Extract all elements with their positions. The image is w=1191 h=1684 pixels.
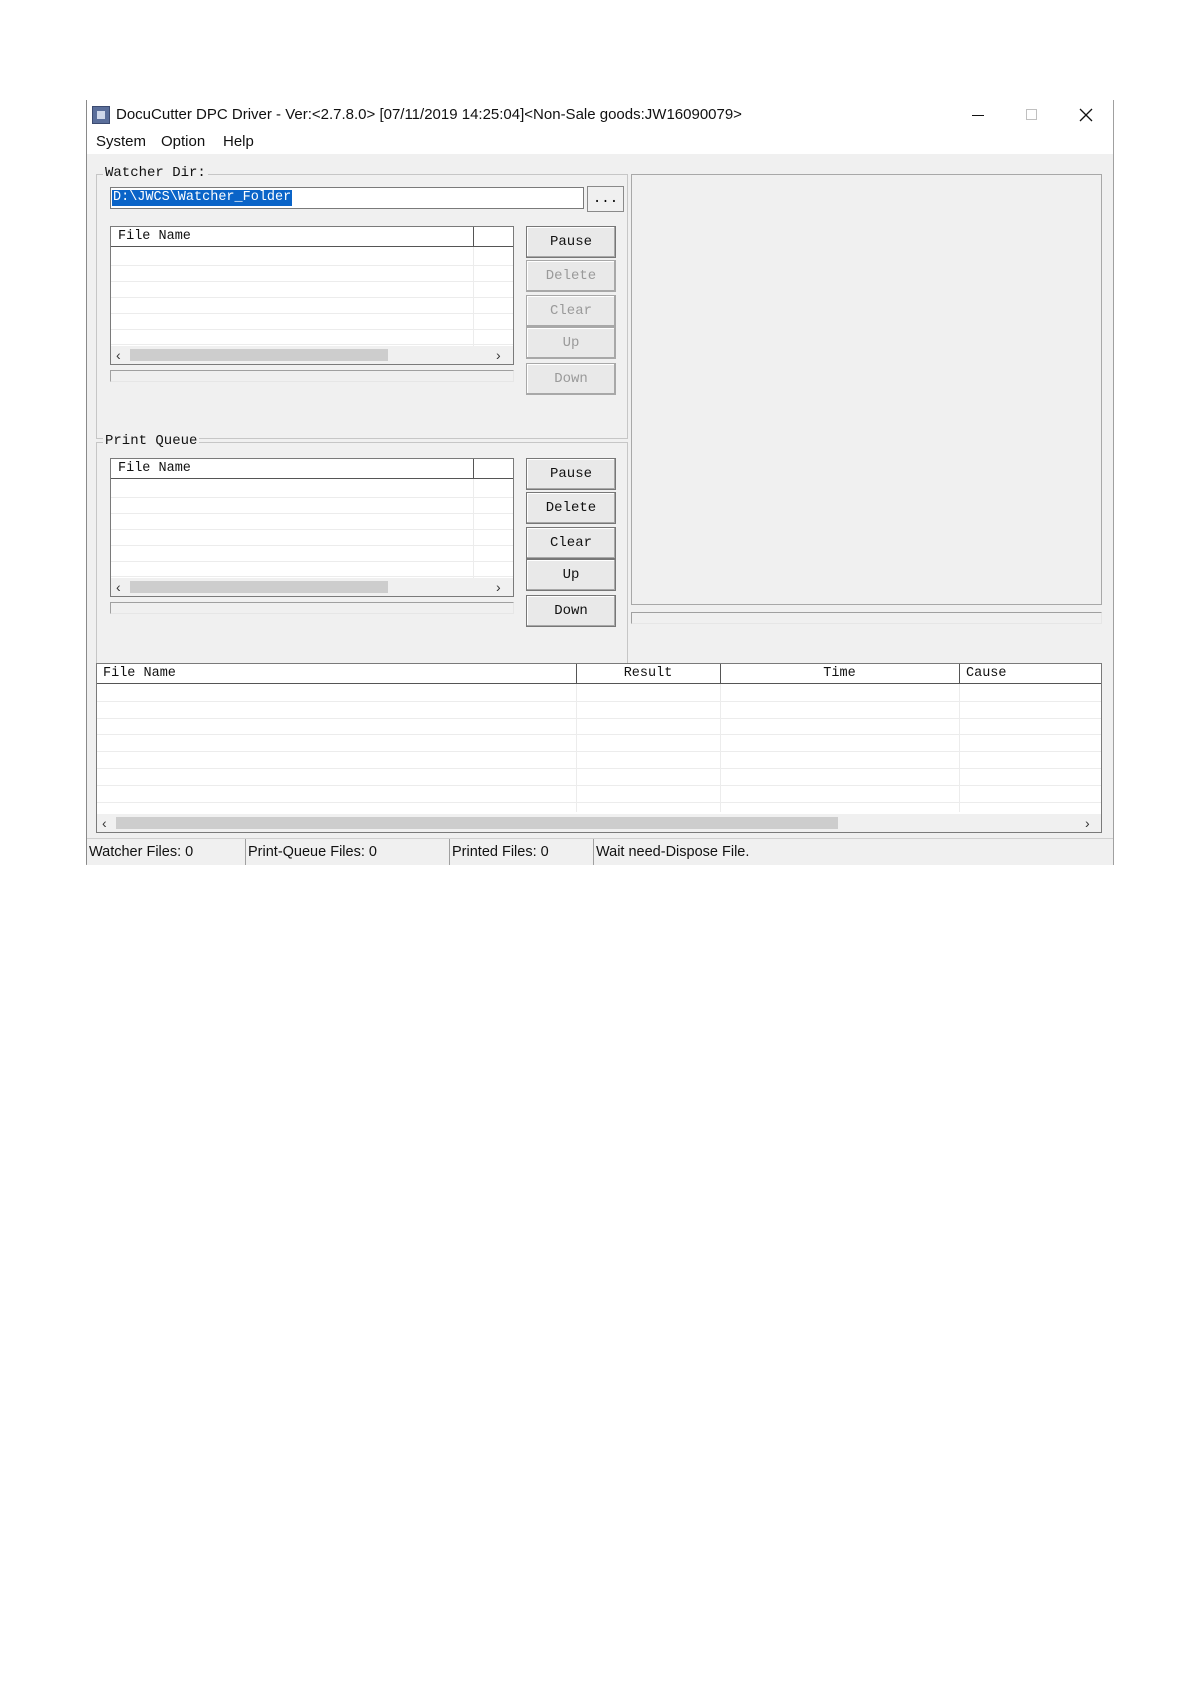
results-list[interactable]: File Name Result Time Cause ‹ › bbox=[96, 663, 1102, 833]
chevron-right-icon[interactable]: › bbox=[1085, 814, 1090, 832]
column-file-name[interactable]: File Name bbox=[118, 459, 191, 478]
watcher-horizontal-scrollbar[interactable]: ‹ › bbox=[111, 346, 513, 364]
menu-help[interactable]: Help bbox=[223, 133, 254, 150]
browse-button[interactable]: ... bbox=[587, 186, 624, 212]
status-print-queue-files: Print-Queue Files: 0 bbox=[245, 839, 449, 865]
print-queue-progress-bar bbox=[110, 602, 514, 614]
column-cause[interactable]: Cause bbox=[966, 664, 1007, 683]
menu-option[interactable]: Option bbox=[161, 133, 205, 150]
column-time[interactable]: Time bbox=[720, 664, 959, 683]
chevron-right-icon[interactable]: › bbox=[496, 346, 501, 364]
queue-up-button[interactable]: Up bbox=[526, 559, 616, 591]
column-file-name[interactable]: File Name bbox=[118, 227, 191, 246]
print-queue-list-header: File Name bbox=[111, 459, 513, 479]
watcher-down-button[interactable]: Down bbox=[526, 363, 616, 395]
queue-pause-button[interactable]: Pause bbox=[526, 458, 616, 490]
queue-down-button[interactable]: Down bbox=[526, 595, 616, 627]
status-message: Wait need-Dispose File. bbox=[593, 839, 1113, 865]
watcher-path-input[interactable]: D:\JWCS\Watcher_Folder bbox=[110, 187, 584, 209]
maximize-icon[interactable] bbox=[1005, 100, 1059, 130]
scroll-thumb[interactable] bbox=[130, 581, 388, 593]
results-horizontal-scrollbar[interactable]: ‹ › bbox=[97, 814, 1101, 832]
preview-progress-bar bbox=[631, 612, 1102, 624]
scroll-thumb[interactable] bbox=[116, 817, 838, 829]
watcher-file-list[interactable]: File Name ‹ › bbox=[110, 226, 514, 365]
preview-panel bbox=[631, 174, 1102, 605]
watcher-list-header: File Name bbox=[111, 227, 513, 247]
app-icon[interactable] bbox=[92, 106, 110, 124]
chevron-left-icon[interactable]: ‹ bbox=[102, 814, 107, 832]
chevron-left-icon[interactable]: ‹ bbox=[116, 346, 121, 364]
watcher-path-value: D:\JWCS\Watcher_Folder bbox=[112, 190, 293, 206]
watcher-clear-button[interactable]: Clear bbox=[526, 295, 616, 327]
status-watcher-files: Watcher Files: 0 bbox=[89, 844, 194, 860]
results-list-header: File Name Result Time Cause bbox=[97, 664, 1101, 684]
menu-bar: System Option Help bbox=[87, 130, 1113, 154]
scroll-thumb[interactable] bbox=[130, 349, 388, 361]
print-queue-legend: Print Queue bbox=[103, 433, 200, 449]
print-queue-file-list[interactable]: File Name ‹ › bbox=[110, 458, 514, 597]
close-icon[interactable] bbox=[1059, 100, 1113, 130]
window-title: DocuCutter DPC Driver - Ver:<2.7.8.0> [0… bbox=[116, 106, 742, 123]
queue-delete-button[interactable]: Delete bbox=[526, 492, 616, 524]
chevron-left-icon[interactable]: ‹ bbox=[116, 578, 121, 596]
queue-clear-button[interactable]: Clear bbox=[526, 527, 616, 559]
watcher-legend: Watcher Dir: bbox=[103, 165, 208, 181]
column-result[interactable]: Result bbox=[576, 664, 720, 683]
title-bar: DocuCutter DPC Driver - Ver:<2.7.8.0> [0… bbox=[87, 100, 1113, 130]
menu-system[interactable]: System bbox=[96, 133, 146, 150]
watcher-delete-button[interactable]: Delete bbox=[526, 260, 616, 292]
minimize-icon[interactable] bbox=[951, 100, 1005, 130]
column-file-name[interactable]: File Name bbox=[103, 664, 176, 683]
watcher-up-button[interactable]: Up bbox=[526, 327, 616, 359]
chevron-right-icon[interactable]: › bbox=[496, 578, 501, 596]
watcher-pause-button[interactable]: Pause bbox=[526, 226, 616, 258]
watcher-progress-bar bbox=[110, 370, 514, 382]
status-printed-files: Printed Files: 0 bbox=[449, 839, 593, 865]
app-window: DocuCutter DPC Driver - Ver:<2.7.8.0> [0… bbox=[86, 100, 1114, 865]
status-bar: Watcher Files: 0 Print-Queue Files: 0 Pr… bbox=[87, 838, 1113, 865]
print-queue-horizontal-scrollbar[interactable]: ‹ › bbox=[111, 578, 513, 596]
